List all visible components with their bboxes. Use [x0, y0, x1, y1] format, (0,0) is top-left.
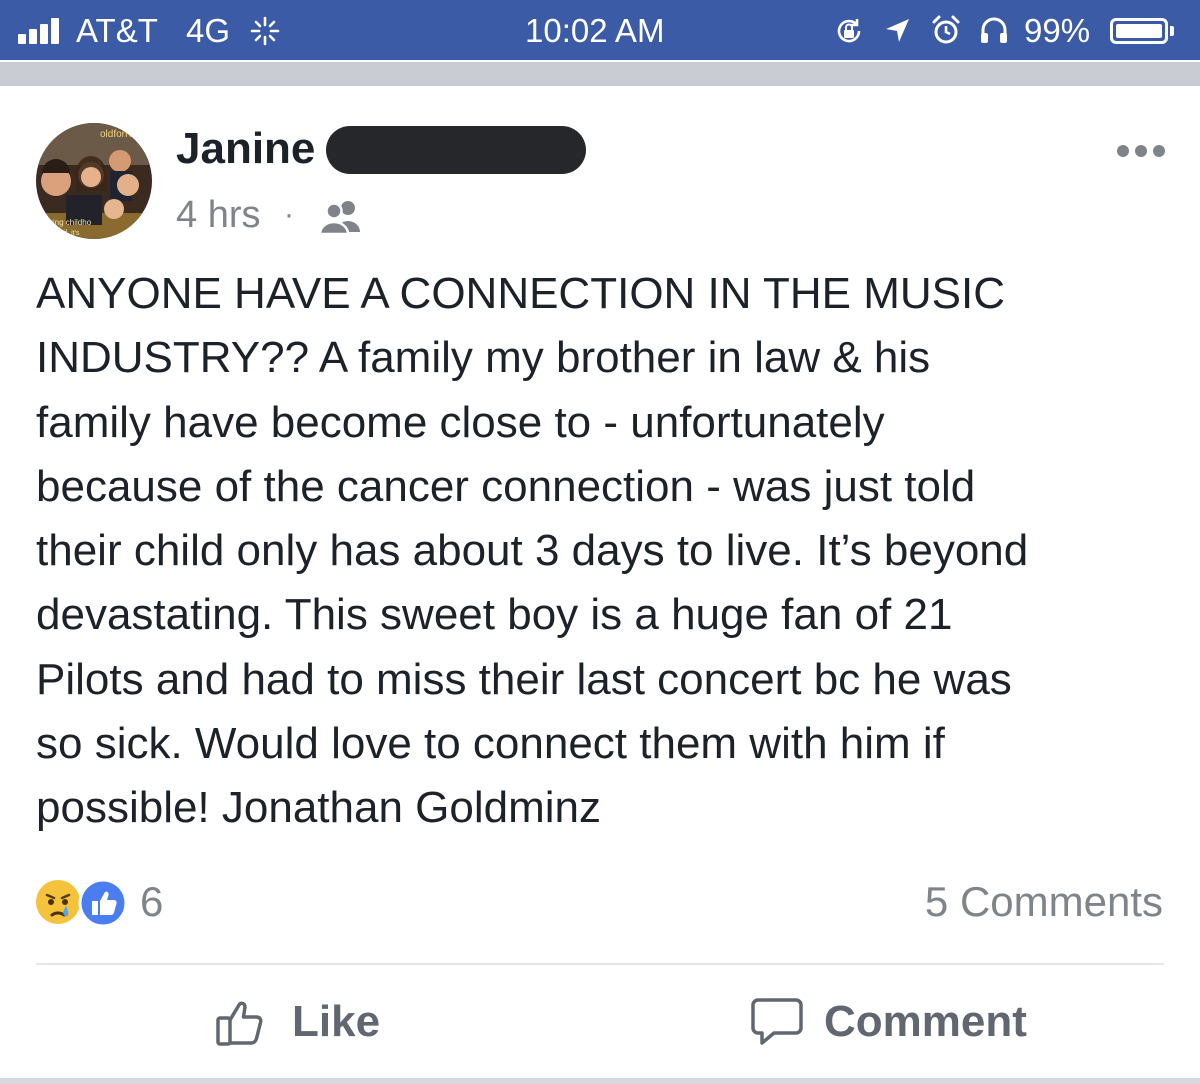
- redacted-surname: [326, 126, 586, 174]
- status-bar: AT&T 4G 10:02 AM 99%: [0, 0, 1200, 60]
- like-label: Like: [292, 997, 381, 1046]
- like-reaction-icon: [78, 878, 128, 928]
- alarm-icon: [932, 15, 960, 44]
- headphones-icon: [981, 17, 1007, 43]
- clock: 10:02 AM: [525, 12, 665, 49]
- action-divider: [36, 963, 1164, 965]
- battery-tip: [1170, 26, 1174, 36]
- author-name[interactable]: Janine: [176, 124, 315, 174]
- comment-button[interactable]: Comment: [750, 992, 1060, 1052]
- comments-count-link[interactable]: 5 Comments: [925, 876, 1163, 928]
- network-label: 4G: [186, 12, 231, 49]
- comment-bubble-icon: [751, 998, 803, 1045]
- svg-text:not if, it's: not if, it's: [52, 230, 80, 237]
- meta-separator: ·: [284, 198, 294, 231]
- orientation-lock-icon: [837, 19, 861, 43]
- author-avatar[interactable]: oldforKids Curing childho not if, it's: [36, 123, 152, 239]
- post-meta: 4 hrs ·: [176, 190, 360, 240]
- avatar-photo: oldforKids Curing childho not if, it's: [36, 123, 152, 239]
- svg-text:Curing childho: Curing childho: [40, 218, 92, 227]
- battery-level: [1116, 24, 1162, 38]
- activity-spinner-icon: [250, 16, 280, 46]
- friends-icon[interactable]: [318, 198, 364, 234]
- comment-label: Comment: [824, 997, 1027, 1046]
- post-body: ANYONE HAVE A CONNECTION IN THE MUSIC IN…: [36, 269, 1029, 833]
- svg-text:oldforKids: oldforKids: [100, 129, 144, 140]
- feed-separator-bottom: [0, 1078, 1200, 1084]
- feed-separator: [0, 60, 1200, 86]
- like-button[interactable]: Like: [214, 992, 394, 1052]
- post-timestamp[interactable]: 4 hrs: [176, 194, 260, 236]
- carrier-label: AT&T: [76, 12, 158, 49]
- sad-reaction-icon: [36, 880, 80, 924]
- post-card: oldforKids Curing childho not if, it's J…: [0, 86, 1200, 1084]
- battery-percent: 99%: [1024, 12, 1091, 49]
- reaction-count: 6: [140, 878, 164, 925]
- location-arrow-icon: [886, 19, 909, 42]
- thumbs-up-icon: [216, 1001, 263, 1046]
- more-options-icon[interactable]: [1116, 144, 1166, 158]
- battery-icon: [1110, 18, 1168, 44]
- signal-bars-icon: [18, 18, 68, 44]
